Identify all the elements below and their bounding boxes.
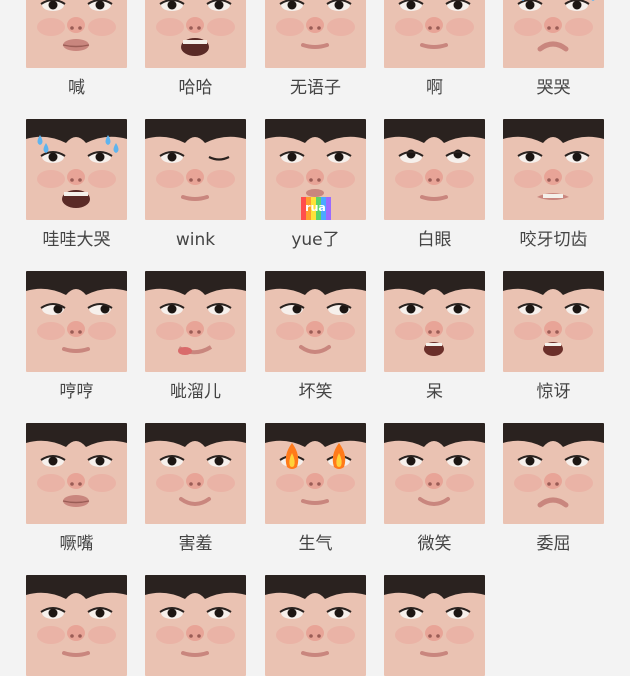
sticker-label: 害羞: [178, 534, 213, 554]
sticker-label: 哭哭: [536, 78, 571, 98]
sticker-face-image: ?: [384, 0, 485, 68]
sticker-thumbnail[interactable]: [384, 119, 485, 220]
sticker-face-image: [145, 0, 246, 68]
sticker-thumbnail[interactable]: [384, 423, 485, 524]
sticker-item[interactable]: 哇哇大哭: [26, 119, 127, 250]
sticker-face-image: [384, 575, 485, 676]
sticker-label: 坏笑: [298, 382, 333, 402]
sticker-face-image: [26, 271, 127, 372]
sticker-thumbnail[interactable]: [503, 0, 604, 68]
sticker-item[interactable]: 坏笑: [265, 271, 366, 402]
sticker-face-image: [384, 423, 485, 524]
sticker-label: 哇哇大哭: [42, 230, 111, 250]
sticker-item[interactable]: 哼哼: [26, 271, 127, 402]
sticker-face-image: [265, 423, 366, 524]
sticker-item[interactable]: 无语子: [265, 0, 366, 98]
sticker-face-image: [265, 0, 366, 68]
sticker-thumbnail[interactable]: [265, 0, 366, 68]
sticker-label: 喊: [68, 78, 85, 98]
sticker-label: 哈哈: [178, 78, 213, 98]
sticker-thumbnail[interactable]: [145, 271, 246, 372]
sticker-label: yue了: [291, 230, 340, 250]
sticker-face-image: [503, 119, 604, 220]
sticker-item[interactable]: 喊: [26, 0, 127, 98]
sticker-face-image: rua: [265, 119, 366, 220]
sticker-face-image: [26, 423, 127, 524]
sticker-thumbnail[interactable]: [145, 423, 246, 524]
sticker-label: 白眼: [417, 230, 452, 250]
sticker-face-image: [145, 271, 246, 372]
sticker-thumbnail[interactable]: [145, 119, 246, 220]
sticker-item[interactable]: 生气: [265, 423, 366, 554]
sticker-thumbnail[interactable]: [26, 119, 127, 220]
sticker-thumbnail[interactable]: [503, 271, 604, 372]
sticker-item[interactable]: 白眼: [384, 119, 485, 250]
sticker-face-image: [265, 575, 366, 676]
sticker-thumbnail[interactable]: [26, 575, 127, 676]
sticker-face-image: [384, 119, 485, 220]
sticker-thumbnail[interactable]: [384, 575, 485, 676]
sticker-item[interactable]: [26, 575, 127, 676]
sticker-label: 微笑: [417, 534, 452, 554]
sticker-face-image: [384, 271, 485, 372]
sticker-item[interactable]: rua yue了: [265, 119, 366, 250]
sticker-item[interactable]: 哈哈: [145, 0, 246, 98]
sticker-item[interactable]: 噘嘴: [26, 423, 127, 554]
sticker-thumbnail[interactable]: [384, 271, 485, 372]
sticker-thumbnail[interactable]: [145, 575, 246, 676]
sticker-thumbnail[interactable]: [265, 271, 366, 372]
sticker-thumbnail[interactable]: ?: [384, 0, 485, 68]
sticker-item[interactable]: 委屈: [503, 423, 604, 554]
sticker-face-image: [503, 271, 604, 372]
sticker-label: 咬牙切齿: [519, 230, 588, 250]
sticker-face-image: [26, 119, 127, 220]
sticker-thumbnail[interactable]: [265, 423, 366, 524]
sticker-label: 呲溜儿: [170, 382, 221, 402]
sticker-face-image: [145, 423, 246, 524]
sticker-thumbnail[interactable]: [145, 0, 246, 68]
sticker-face-image: [503, 0, 604, 68]
sticker-thumbnail[interactable]: [26, 0, 127, 68]
sticker-item[interactable]: [384, 575, 485, 676]
sticker-label: 惊讶: [536, 382, 571, 402]
sticker-thumbnail[interactable]: [503, 119, 604, 220]
sticker-label: 无语子: [290, 78, 341, 98]
sticker-label: 噘嘴: [59, 534, 94, 554]
sticker-thumbnail[interactable]: [26, 271, 127, 372]
sticker-thumbnail[interactable]: [503, 423, 604, 524]
sticker-item[interactable]: 呆: [384, 271, 485, 402]
sticker-item[interactable]: ?啊: [384, 0, 485, 98]
rainbow-sticker-text: rua: [305, 201, 326, 214]
sticker-face-image: [145, 119, 246, 220]
sticker-label: 生气: [298, 534, 333, 554]
sticker-face-image: [26, 0, 127, 68]
sticker-thumbnail[interactable]: [265, 575, 366, 676]
sticker-item[interactable]: [145, 575, 246, 676]
sticker-label: 哼哼: [59, 382, 94, 402]
sticker-item[interactable]: 惊讶: [503, 271, 604, 402]
sticker-label: 啊: [426, 78, 443, 98]
sticker-item[interactable]: 害羞: [145, 423, 246, 554]
sticker-face-image: [265, 271, 366, 372]
sticker-grid: 喊哈哈无语子?啊哭哭哇哇大哭winkruayue了白眼咬牙切齿哼哼呲溜儿坏笑呆惊…: [0, 0, 630, 676]
sticker-label: 呆: [426, 382, 443, 402]
sticker-face-image: [26, 575, 127, 676]
sticker-item[interactable]: 咬牙切齿: [503, 119, 604, 250]
sticker-label: wink: [175, 230, 216, 250]
sticker-thumbnail[interactable]: rua: [265, 119, 366, 220]
sticker-face-image: [503, 423, 604, 524]
sticker-face-image: [145, 575, 246, 676]
sticker-item[interactable]: 呲溜儿: [145, 271, 246, 402]
sticker-label: 委屈: [536, 534, 571, 554]
sticker-item[interactable]: wink: [145, 119, 246, 250]
sticker-thumbnail[interactable]: [26, 423, 127, 524]
sticker-item[interactable]: 微笑: [384, 423, 485, 554]
sticker-item[interactable]: [265, 575, 366, 676]
sticker-item[interactable]: 哭哭: [503, 0, 604, 98]
